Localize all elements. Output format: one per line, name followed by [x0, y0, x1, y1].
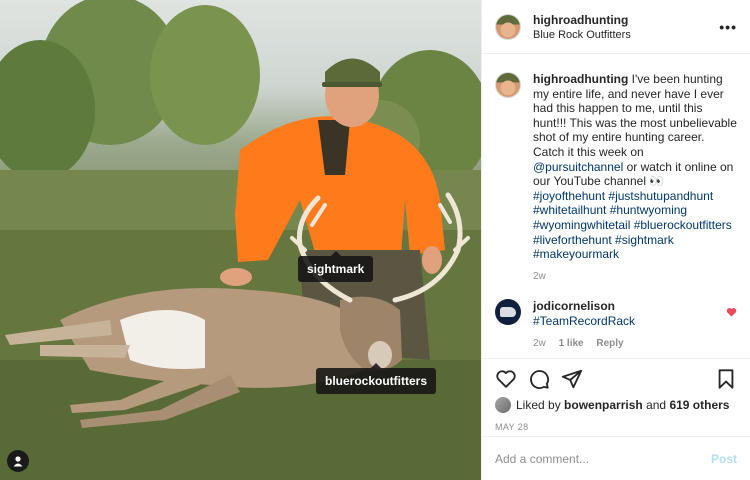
post-actions: Liked by bowenparrish and 619 others MAY… — [482, 358, 750, 436]
caption-time[interactable]: 2w — [533, 271, 546, 282]
comment-likes[interactable]: 1 like — [559, 338, 584, 349]
liker-username[interactable]: bowenparrish — [564, 398, 643, 412]
hunting-photo-illustration — [0, 0, 481, 480]
caption-author-avatar[interactable] — [495, 72, 521, 98]
post-side-panel: highroadhunting Blue Rock Outfitters •••… — [481, 0, 750, 480]
post-location[interactable]: Blue Rock Outfitters — [533, 29, 719, 41]
heart-icon[interactable] — [495, 368, 517, 390]
heart-icon[interactable] — [726, 307, 737, 320]
caption-hashtags[interactable]: #joyofthehunt #justshutupandhunt #whitet… — [533, 189, 737, 262]
comment-input[interactable] — [495, 451, 711, 466]
more-dots-icon[interactable]: ••• — [719, 19, 737, 35]
photo-tag-sightmark[interactable]: sightmark — [298, 251, 374, 282]
add-comment-bar: Post — [482, 436, 750, 480]
comment-text[interactable]: #TeamRecordRack — [533, 314, 635, 329]
likes-summary: Liked by bowenparrish and 619 others — [495, 397, 737, 413]
comment-reply-button[interactable]: Reply — [596, 338, 623, 349]
photo-tag-bluerockoutfitters[interactable]: bluerockoutfitters — [316, 363, 437, 394]
likes-and: and — [646, 398, 667, 412]
comment-item: jodicornelison #TeamRecordRack 2w 1 like… — [495, 299, 737, 351]
caption-username[interactable]: highroadhunting — [533, 72, 628, 86]
author-avatar[interactable] — [495, 13, 521, 40]
post-photo[interactable]: sightmark bluerockoutfitters — [0, 0, 481, 480]
liker-avatar[interactable] — [495, 397, 511, 413]
bookmark-icon[interactable] — [715, 368, 737, 390]
commenter-avatar[interactable] — [495, 299, 521, 326]
comments-list: highroadhunting I've been hunting my ent… — [482, 54, 750, 358]
post-comment-button[interactable]: Post — [711, 452, 737, 466]
author-username[interactable]: highroadhunting — [533, 13, 719, 27]
instagram-post: sightmark bluerockoutfitters highroadhun… — [0, 0, 750, 480]
post-date[interactable]: MAY 28 — [495, 422, 737, 432]
caption-mention[interactable]: @pursuitchannel — [533, 160, 623, 174]
share-icon[interactable] — [561, 368, 583, 390]
person-icon[interactable] — [7, 450, 29, 472]
post-header: highroadhunting Blue Rock Outfitters ••• — [482, 0, 750, 54]
likes-others[interactable]: 619 others — [669, 398, 729, 412]
caption: highroadhunting I've been hunting my ent… — [495, 72, 737, 284]
comment-icon[interactable] — [528, 368, 550, 390]
likes-prefix: Liked by — [516, 398, 561, 412]
comment-time[interactable]: 2w — [533, 338, 546, 349]
commenter-username[interactable]: jodicornelison — [533, 299, 615, 313]
